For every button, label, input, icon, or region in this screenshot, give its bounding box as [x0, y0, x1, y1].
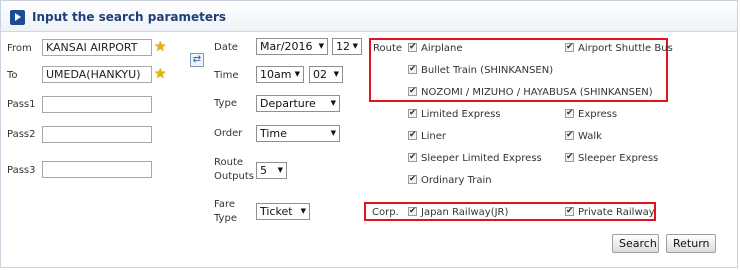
hour-select[interactable]: 10am ▼: [256, 66, 304, 83]
fare-type-value: Ticket: [260, 205, 293, 218]
star-icon[interactable]: ★: [154, 67, 168, 81]
star-icon[interactable]: ★: [154, 40, 168, 54]
month-value: Mar/2016: [260, 40, 313, 53]
route-option-bullet-train[interactable]: Bullet Train (SHINKANSEN): [408, 63, 554, 77]
checkbox-checked[interactable]: [565, 129, 574, 141]
route-option-nozomi[interactable]: NOZOMI / MIZUHO / HAYABUSA (SHINKANSEN): [408, 85, 653, 99]
corp-option-private-railway[interactable]: Private Railway: [565, 205, 655, 219]
corp-option-jr[interactable]: Japan Railway(JR): [408, 205, 509, 219]
checkbox-checked[interactable]: [565, 151, 574, 163]
month-select[interactable]: Mar/2016 ▼: [256, 38, 328, 55]
type-value: Departure: [260, 97, 316, 110]
from-input[interactable]: KANSAI AIRPORT: [42, 39, 152, 56]
from-label: From: [7, 43, 32, 54]
order-label: Order: [214, 128, 243, 139]
route-option-sleeper-limited-express[interactable]: Sleeper Limited Express: [408, 151, 542, 165]
chevron-down-icon: ▼: [330, 99, 336, 107]
route-option-label: Express: [578, 109, 618, 120]
route-outputs-label-2: Outputs: [214, 171, 254, 182]
route-option-label: Airport Shuttle Bus: [578, 43, 673, 54]
swap-icon[interactable]: ⇄: [190, 53, 204, 67]
checkbox-checked[interactable]: [408, 107, 417, 119]
chevron-down-icon: ▼: [300, 207, 306, 215]
date-label: Date: [214, 42, 238, 53]
hour-value: 10am: [260, 68, 292, 81]
day-value: 12: [336, 40, 350, 53]
route-option-label: Airplane: [421, 43, 463, 54]
route-option-walk[interactable]: Walk: [565, 129, 602, 143]
search-button[interactable]: Search: [612, 234, 659, 253]
route-outputs-select[interactable]: 5 ▼: [256, 162, 287, 179]
checkbox-checked[interactable]: [408, 129, 417, 141]
route-label: Route: [373, 43, 403, 54]
checkbox-checked[interactable]: [408, 205, 417, 217]
chevron-down-icon: ▼: [352, 42, 358, 50]
checkbox-checked[interactable]: [408, 63, 417, 75]
route-option-label: Limited Express: [421, 109, 501, 120]
pass1-input[interactable]: [42, 96, 152, 113]
route-option-label: Ordinary Train: [421, 175, 492, 186]
checkbox-checked[interactable]: [565, 205, 574, 217]
route-option-label: Bullet Train (SHINKANSEN): [421, 65, 554, 76]
checkbox-checked[interactable]: [408, 85, 417, 97]
route-option-label: Sleeper Express: [578, 153, 659, 164]
route-option-sleeper-express[interactable]: Sleeper Express: [565, 151, 659, 165]
day-select[interactable]: 12 ▼: [332, 38, 362, 55]
chevron-down-icon: ▼: [294, 70, 300, 78]
chevron-down-icon: ▼: [318, 42, 324, 50]
route-option-liner[interactable]: Liner: [408, 129, 446, 143]
route-option-ordinary-train[interactable]: Ordinary Train: [408, 173, 492, 187]
fare-type-label-1: Fare: [214, 199, 236, 210]
return-button[interactable]: Return: [666, 234, 716, 253]
route-option-label: NOZOMI / MIZUHO / HAYABUSA (SHINKANSEN): [421, 87, 653, 98]
checkbox-checked[interactable]: [408, 151, 417, 163]
pass3-label: Pass3: [7, 165, 36, 176]
play-icon: [10, 10, 25, 25]
to-input[interactable]: UMEDA(HANKYU): [42, 66, 152, 83]
minute-value: 02: [313, 68, 327, 81]
type-label: Type: [214, 98, 237, 109]
route-option-limited-express[interactable]: Limited Express: [408, 107, 501, 121]
route-option-label: Liner: [421, 131, 446, 142]
corp-option-label: Private Railway: [578, 207, 655, 218]
route-outputs-value: 5: [260, 164, 267, 177]
type-select[interactable]: Departure ▼: [256, 95, 340, 112]
minute-select[interactable]: 02 ▼: [309, 66, 343, 83]
to-label: To: [7, 70, 18, 81]
fare-type-label-2: Type: [214, 213, 237, 224]
checkbox-checked[interactable]: [408, 173, 417, 185]
chevron-down-icon: ▼: [330, 129, 336, 137]
fare-type-select[interactable]: Ticket ▼: [256, 203, 310, 220]
order-value: Time: [260, 127, 287, 140]
corp-option-label: Japan Railway(JR): [421, 207, 509, 218]
route-option-label: Sleeper Limited Express: [421, 153, 542, 164]
route-option-airport-shuttle-bus[interactable]: Airport Shuttle Bus: [565, 41, 673, 55]
corp-label: Corp.: [372, 207, 399, 218]
route-option-airplane[interactable]: Airplane: [408, 41, 463, 55]
checkbox-checked[interactable]: [408, 41, 417, 53]
chevron-down-icon: ▼: [333, 70, 339, 78]
route-outputs-label-1: Route: [214, 157, 244, 168]
chevron-down-icon: ▼: [277, 166, 283, 174]
checkbox-checked[interactable]: [565, 107, 574, 119]
pass2-label: Pass2: [7, 129, 36, 140]
route-option-express[interactable]: Express: [565, 107, 618, 121]
pass3-input[interactable]: [42, 161, 152, 178]
checkbox-checked[interactable]: [565, 41, 574, 53]
route-option-label: Walk: [578, 131, 602, 142]
page-title: Input the search parameters: [32, 10, 227, 24]
panel-header: Input the search parameters: [1, 1, 737, 32]
pass1-label: Pass1: [7, 99, 36, 110]
time-label: Time: [214, 70, 239, 81]
order-select[interactable]: Time ▼: [256, 125, 340, 142]
pass2-input[interactable]: [42, 126, 152, 143]
